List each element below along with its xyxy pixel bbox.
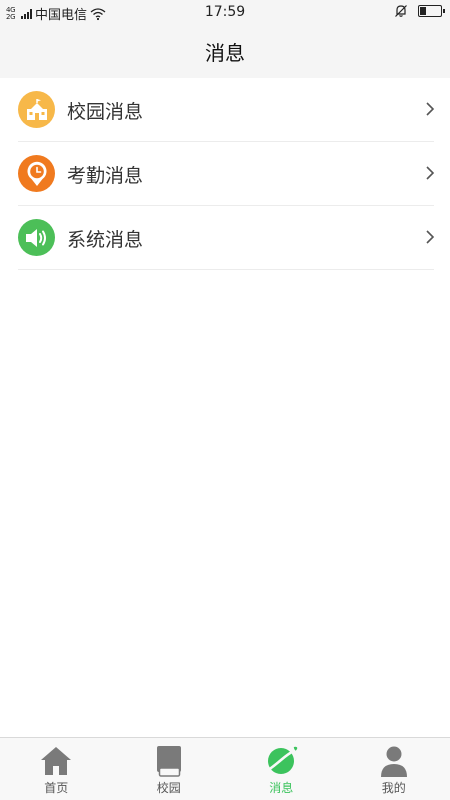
list-item-system-messages[interactable]: 系统消息 [0, 206, 450, 270]
home-icon [41, 747, 72, 775]
book-icon [156, 746, 181, 777]
status-right [394, 4, 445, 18]
page-title: 消息 [205, 41, 245, 65]
chevron-right-icon [426, 102, 435, 116]
school-icon [18, 91, 55, 128]
chevron-right-icon [426, 166, 435, 180]
clock: 17:59 [204, 4, 246, 20]
planet-icon [265, 746, 298, 774]
nav-bar: 消息 [0, 24, 450, 78]
tab-campus[interactable]: 校园 [113, 738, 226, 800]
list-item-attendance-messages[interactable]: 考勤消息 [0, 142, 450, 206]
list-item-campus-messages[interactable]: 校园消息 [0, 78, 450, 142]
status-bar: 4G 2G 中国电信 17:59 [0, 0, 450, 24]
tab-profile[interactable]: 我的 [338, 738, 450, 800]
battery-icon [418, 5, 445, 17]
chevron-right-icon [426, 230, 435, 244]
bottom-tab-bar: 首页 校园 消息 我的 [0, 737, 450, 800]
user-icon [380, 746, 407, 777]
tab-home[interactable]: 首页 [0, 738, 113, 800]
battery-level [420, 7, 426, 15]
tab-campus-label: 校园 [156, 781, 181, 795]
speaker-icon [18, 219, 55, 256]
system-messages-label: 系统消息 [67, 229, 144, 251]
tab-messages-label: 消息 [269, 781, 294, 795]
silent-bell-icon [395, 5, 407, 17]
tab-messages[interactable]: 消息 [225, 738, 338, 800]
tab-home-label: 首页 [44, 781, 69, 795]
attendance-messages-label: 考勤消息 [67, 165, 144, 187]
tab-profile-label: 我的 [381, 781, 406, 795]
clock-pin-icon [18, 155, 55, 192]
message-category-list: 校园消息 考勤消息 系统消息 [0, 78, 450, 270]
campus-messages-label: 校园消息 [67, 101, 144, 123]
